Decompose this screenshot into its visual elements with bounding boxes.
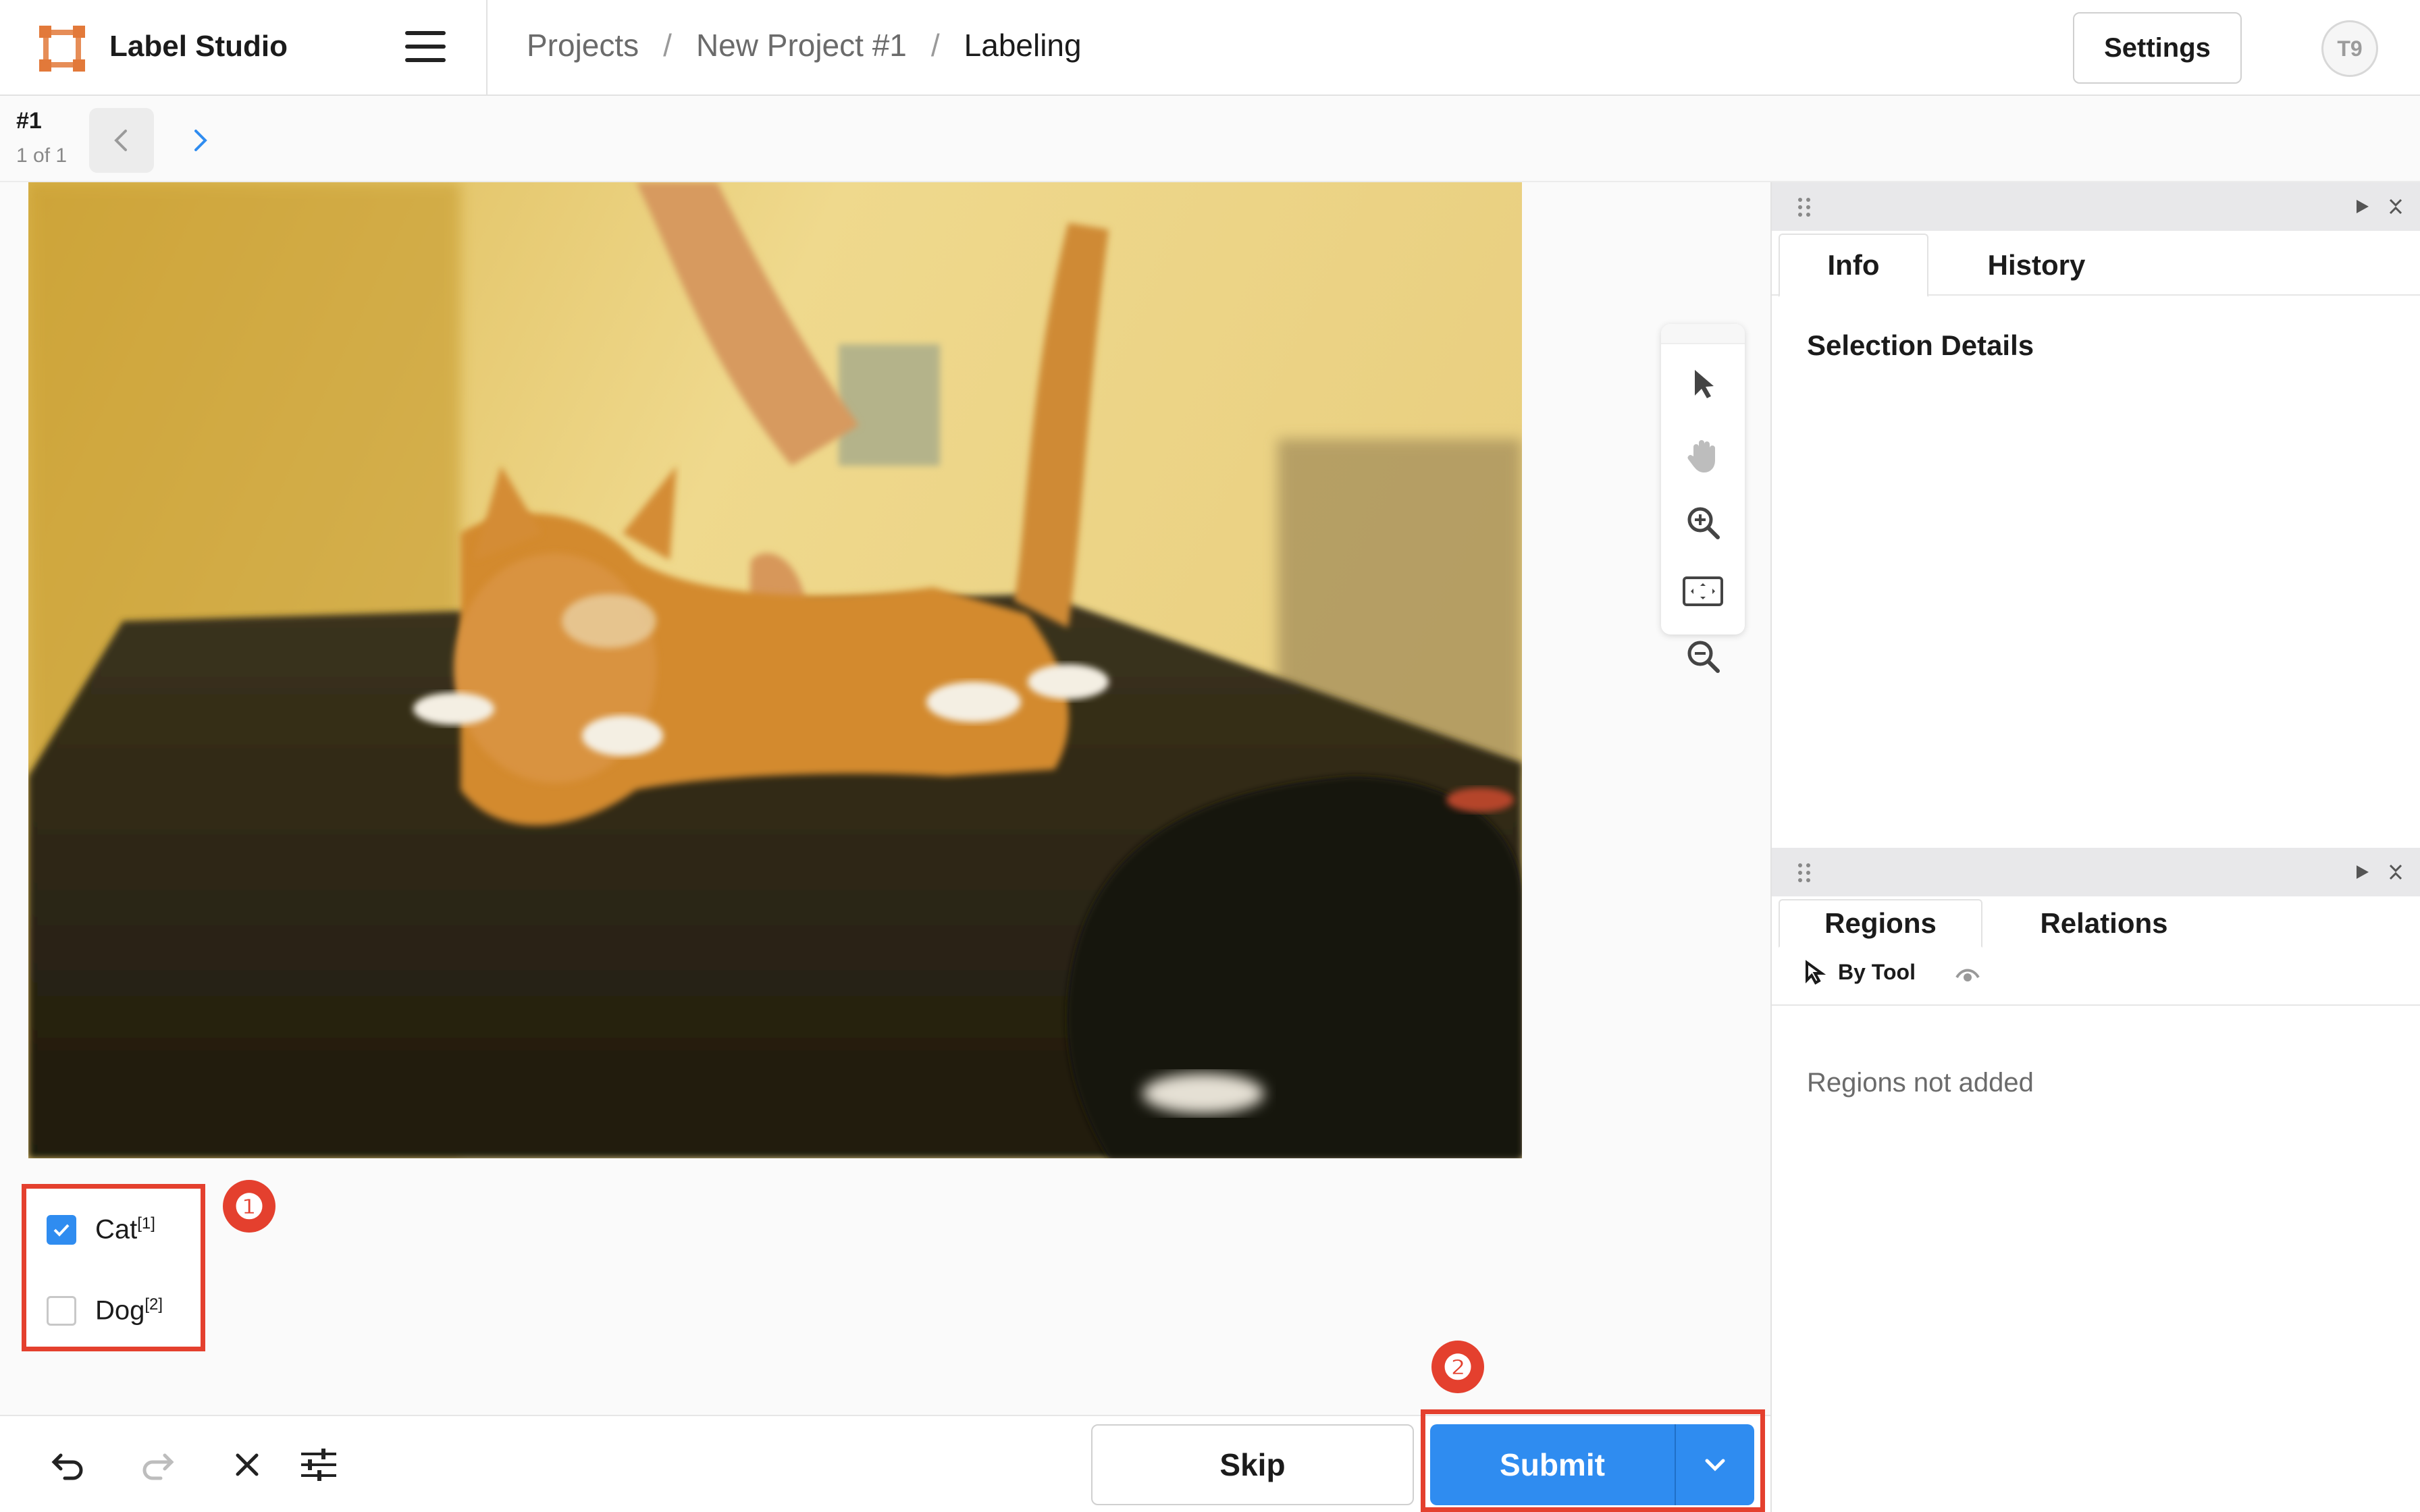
choice-text: Cat bbox=[95, 1214, 138, 1245]
breadcrumb-project[interactable]: New Project #1 bbox=[696, 27, 907, 63]
hotkey-hint: [2] bbox=[144, 1295, 163, 1314]
collapse-panel-icon[interactable] bbox=[2350, 860, 2374, 884]
skip-button[interactable]: Skip bbox=[1091, 1424, 1414, 1505]
choice-dog[interactable]: Dog[2] bbox=[47, 1295, 163, 1326]
previous-task-button[interactable] bbox=[89, 108, 154, 173]
cursor-icon bbox=[1806, 960, 1826, 985]
collapse-panel-icon[interactable] bbox=[2350, 194, 2374, 219]
task-id: #1 bbox=[16, 108, 42, 134]
select-tool-icon[interactable] bbox=[1681, 362, 1725, 405]
info-panel-body bbox=[1772, 297, 2420, 848]
redo-icon[interactable] bbox=[135, 1443, 178, 1486]
toolbar-handle[interactable] bbox=[1661, 324, 1745, 344]
chevron-left-icon bbox=[114, 130, 127, 151]
breadcrumb-current: Labeling bbox=[964, 28, 1082, 63]
breadcrumb-separator: / bbox=[930, 28, 940, 63]
task-navigation: #1 1 of 1 bbox=[0, 96, 2420, 182]
choice-cat[interactable]: Cat[1] bbox=[47, 1214, 155, 1245]
submit-dropdown-button[interactable] bbox=[1675, 1424, 1754, 1505]
pan-tool-icon[interactable] bbox=[1681, 433, 1725, 477]
choices-group: Cat[1] Dog[2] bbox=[22, 1184, 205, 1351]
divider bbox=[486, 0, 488, 96]
group-by-label: By Tool bbox=[1838, 959, 1916, 984]
settings-button[interactable]: Settings bbox=[2073, 12, 2242, 84]
regions-panel-header[interactable] bbox=[1772, 848, 2420, 896]
zoom-in-icon[interactable] bbox=[1681, 501, 1725, 544]
checkbox-unchecked[interactable] bbox=[47, 1295, 76, 1326]
tab-relations[interactable]: Relations bbox=[1982, 899, 2226, 948]
visibility-icon[interactable] bbox=[1954, 964, 1981, 984]
chevron-right-icon bbox=[194, 130, 207, 151]
checkbox-checked[interactable] bbox=[47, 1214, 76, 1245]
right-sidebar: Info History Selection Details Regions R… bbox=[1770, 182, 2420, 1512]
bottom-bar: Skip Submit bbox=[0, 1409, 1770, 1512]
step-marker-1: ❶ bbox=[223, 1180, 275, 1233]
menu-icon[interactable] bbox=[405, 31, 446, 62]
task-image[interactable] bbox=[28, 182, 1522, 1158]
hotkey-hint: [1] bbox=[137, 1214, 155, 1233]
step-marker-2: ❷ bbox=[1431, 1341, 1484, 1393]
label-studio-logo-icon[interactable] bbox=[38, 24, 86, 73]
drag-handle-icon[interactable] bbox=[1796, 861, 1812, 884]
regions-tabs: Regions Relations bbox=[1772, 896, 2420, 948]
app-title: Label Studio bbox=[109, 30, 288, 63]
labeling-canvas: Cat[1] Dog[2] ❶ ❷ bbox=[0, 182, 1770, 1415]
group-by-tool-button[interactable]: By Tool bbox=[1801, 959, 1916, 986]
breadcrumb-projects[interactable]: Projects bbox=[527, 27, 639, 63]
regions-toolbar: By Tool bbox=[1772, 944, 2420, 1006]
breadcrumb: Projects / New Project #1 / Labeling bbox=[527, 27, 1082, 63]
submit-button[interactable]: Submit bbox=[1430, 1424, 1675, 1505]
minimize-panel-icon[interactable] bbox=[2384, 194, 2408, 219]
choice-text: Dog bbox=[95, 1295, 145, 1326]
breadcrumb-separator: / bbox=[663, 28, 672, 63]
top-bar: Label Studio Projects / New Project #1 /… bbox=[0, 0, 2420, 96]
fit-to-screen-icon[interactable] bbox=[1681, 570, 1725, 613]
zoom-out-icon[interactable] bbox=[1681, 634, 1725, 678]
info-tabs: Info History bbox=[1772, 231, 2420, 297]
minimize-panel-icon[interactable] bbox=[2384, 860, 2408, 884]
next-task-button[interactable] bbox=[167, 108, 232, 173]
checkmark-icon bbox=[53, 1224, 70, 1237]
undo-icon[interactable] bbox=[47, 1443, 90, 1486]
avatar[interactable]: T9 bbox=[2321, 20, 2378, 77]
tab-info[interactable]: Info bbox=[1779, 234, 1928, 297]
choice-label: Cat[1] bbox=[95, 1214, 155, 1245]
task-count: 1 of 1 bbox=[16, 144, 68, 167]
tab-history[interactable]: History bbox=[1928, 234, 2145, 297]
choice-label: Dog[2] bbox=[95, 1295, 163, 1326]
chevron-down-icon bbox=[1705, 1459, 1725, 1472]
selection-details-title: Selection Details bbox=[1807, 329, 2034, 361]
reset-icon[interactable] bbox=[226, 1443, 269, 1486]
tab-regions[interactable]: Regions bbox=[1779, 899, 1982, 948]
drag-handle-icon[interactable] bbox=[1796, 196, 1812, 219]
empty-regions-message: Regions not added bbox=[1807, 1068, 2034, 1098]
zoom-toolbar bbox=[1661, 324, 1745, 634]
settings-sliders-icon[interactable] bbox=[297, 1443, 340, 1486]
info-panel-header[interactable] bbox=[1772, 182, 2420, 231]
